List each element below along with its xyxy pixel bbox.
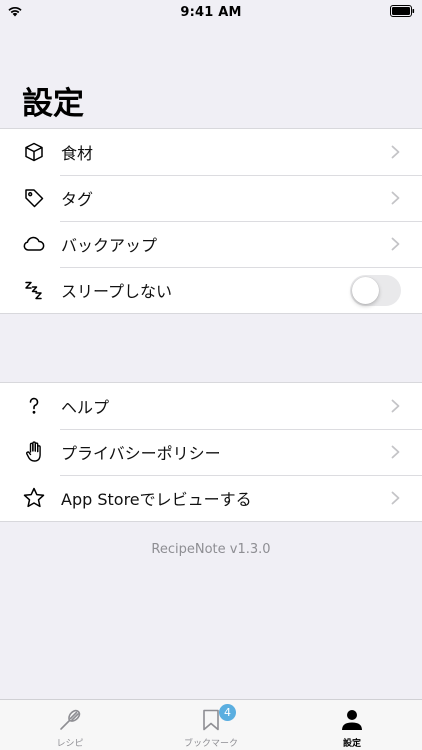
ingredients-row[interactable]: 食材 (0, 129, 422, 175)
tags-row[interactable]: タグ (0, 175, 422, 221)
status-bar: 9:41 AM (0, 0, 422, 24)
app-store-review-row[interactable]: App Storeでレビューする (0, 475, 422, 521)
no-sleep-toggle[interactable] (350, 275, 401, 306)
toggle-knob (352, 277, 379, 304)
cube-icon (22, 140, 46, 164)
cloud-icon (22, 232, 46, 256)
whisk-icon (60, 709, 81, 730)
bookmark-count-badge: 4 (219, 704, 236, 721)
no-sleep-label: スリープしない (61, 282, 173, 301)
help-row[interactable]: ヘルプ (0, 383, 422, 429)
wifi-icon (8, 6, 22, 17)
chevron-right-icon (391, 237, 400, 251)
privacy-policy-row[interactable]: プライバシーポリシー (0, 429, 422, 475)
backup-row[interactable]: バックアップ (0, 221, 422, 267)
chevron-right-icon (391, 191, 400, 205)
tags-label: タグ (61, 190, 94, 209)
backup-label: バックアップ (61, 236, 158, 255)
tab-bookmarks-label: ブックマーク (183, 739, 238, 749)
tab-recipes-label: レシピ (56, 739, 84, 749)
tag-icon (22, 186, 46, 210)
person-icon (342, 710, 362, 730)
tab-settings[interactable]: 設定 (282, 700, 422, 750)
hand-icon (22, 440, 46, 464)
star-icon (22, 486, 46, 510)
chevron-right-icon (391, 491, 400, 505)
status-time: 9:41 AM (180, 4, 242, 20)
tab-recipes[interactable]: レシピ (0, 700, 140, 750)
chevron-right-icon (391, 445, 400, 459)
help-label: ヘルプ (61, 398, 110, 417)
settings-group-2: ヘルプ プライバシーポリシー App Storeでレビューする (0, 382, 422, 522)
privacy-policy-label: プライバシーポリシー (61, 444, 221, 463)
battery-icon (390, 5, 415, 17)
no-sleep-row: スリープしない (0, 267, 422, 313)
page-title: 設定 (22, 86, 84, 122)
tab-bookmarks[interactable]: 4 ブックマーク (141, 700, 281, 750)
tab-settings-label: 設定 (342, 739, 361, 749)
chevron-right-icon (391, 145, 400, 159)
tab-bar: レシピ 4 ブックマーク 設定 (0, 699, 422, 750)
app-store-review-label: App Storeでレビューする (61, 490, 252, 509)
ingredients-label: 食材 (61, 144, 94, 163)
settings-group-1: 食材 タグ バックアップ スリープしない (0, 128, 422, 314)
question-icon (22, 394, 46, 418)
sleep-icon (22, 278, 46, 302)
version-text: RecipeNote v1.3.0 (151, 542, 271, 557)
chevron-right-icon (391, 399, 400, 413)
